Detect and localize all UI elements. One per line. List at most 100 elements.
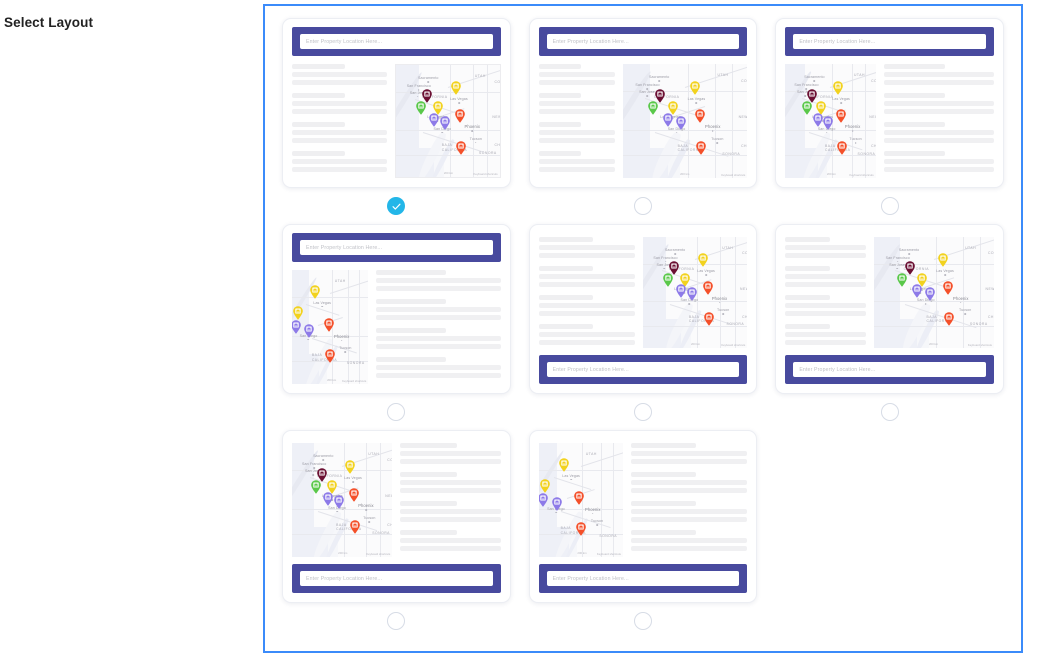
map-label: Tucson: [849, 136, 862, 141]
home-pin-icon[interactable]: [558, 457, 569, 472]
home-pin-icon[interactable]: [663, 273, 674, 287]
placeholder-line: [400, 480, 501, 485]
home-pin-icon[interactable]: [540, 479, 551, 493]
home-pin-icon[interactable]: [293, 306, 304, 320]
radio-unselected[interactable]: [633, 197, 652, 215]
layout-preview-card-7[interactable]: Sacramento San Francisco San Jose CALIFORNI…: [282, 430, 511, 603]
map-canvas: Sacramento San Francisco San Jose CALIFORNI…: [873, 237, 994, 348]
radio-unselected[interactable]: [387, 612, 406, 630]
layout-preview-card-1[interactable]: Enter Property Location Here... Sacrament…: [282, 18, 511, 188]
placeholder-line: [785, 245, 866, 250]
home-pin-icon[interactable]: [325, 349, 336, 364]
layout-preview-card-6[interactable]: Sacramento San Francisco San Jose CALIFORNI…: [775, 224, 1004, 394]
home-pin-icon[interactable]: [703, 312, 714, 326]
map-label: SONORA: [969, 322, 988, 327]
placeholder-line: [630, 509, 748, 514]
placeholder-paragraph: [538, 64, 615, 85]
layout-option-cell-8: UTAH Las Vegas San Diego Phoenix Tucson BAJA C…: [520, 424, 767, 633]
home-pin-icon[interactable]: [822, 116, 833, 130]
home-pin-icon[interactable]: [925, 287, 936, 302]
placeholder-paragraph: [538, 151, 615, 172]
property-map-5[interactable]: Sacramento San Francisco San Jose CALIFORNI…: [642, 237, 748, 348]
placeholder-line: [292, 72, 388, 77]
home-pin-icon[interactable]: [552, 497, 563, 512]
home-pin-icon[interactable]: [702, 280, 713, 295]
placeholder-line: [376, 278, 501, 283]
home-pin-icon[interactable]: [836, 109, 847, 124]
home-pin-icon[interactable]: [698, 253, 709, 267]
home-pin-icon[interactable]: [897, 273, 908, 287]
home-pin-icon[interactable]: [574, 490, 585, 505]
layout-preview-card-8[interactable]: UTAH Las Vegas San Diego Phoenix Tucson BAJA C…: [528, 430, 758, 603]
home-pin-icon[interactable]: [323, 491, 334, 506]
map-label: SONORA: [372, 530, 390, 535]
radio-unselected[interactable]: [880, 403, 899, 421]
home-pin-icon[interactable]: [938, 253, 949, 267]
home-pin-icon[interactable]: [837, 141, 848, 155]
map-label: BAJA: [677, 143, 689, 148]
search-input[interactable]: Enter Property Location Here...: [793, 362, 986, 377]
property-map-7[interactable]: Sacramento San Francisco San Jose CALIFORNI…: [292, 443, 393, 557]
radio-selected-check-icon[interactable]: [387, 197, 406, 215]
search-input[interactable]: Enter Property Location Here...: [546, 571, 740, 586]
home-pin-icon[interactable]: [309, 284, 320, 299]
search-input[interactable]: Enter Property Location Here...: [546, 362, 740, 377]
layout-preview-card-3[interactable]: Enter Property Location Here... Sacrament…: [775, 18, 1004, 188]
home-pin-icon[interactable]: [439, 116, 450, 130]
home-pin-icon[interactable]: [662, 112, 673, 127]
map-label: Las Vegas: [344, 476, 362, 481]
home-pin-icon[interactable]: [416, 101, 427, 116]
home-pin-icon[interactable]: [323, 317, 334, 332]
radio-unselected[interactable]: [633, 403, 652, 421]
radio-unselected[interactable]: [880, 197, 899, 215]
home-pin-icon[interactable]: [345, 459, 356, 474]
property-map-6[interactable]: Sacramento San Francisco San Jose CALIFORNI…: [873, 237, 994, 348]
home-pin-icon[interactable]: [801, 101, 812, 116]
property-map-4[interactable]: UTAH Las Vegas San Diego Phoenix Tucson BAJA C…: [292, 270, 369, 384]
property-map-8[interactable]: UTAH Las Vegas San Diego Phoenix Tucson BAJA C…: [538, 443, 623, 557]
search-input[interactable]: Enter Property Location Here...: [300, 240, 493, 255]
layout-preview-card-2[interactable]: Enter Property Location Here... Sacrament…: [528, 18, 758, 188]
search-input[interactable]: Enter Property Location Here...: [546, 34, 740, 49]
home-pin-icon[interactable]: [832, 80, 843, 95]
search-input[interactable]: Enter Property Location Here...: [300, 571, 493, 586]
home-pin-icon[interactable]: [675, 284, 686, 298]
home-pin-icon[interactable]: [911, 284, 922, 298]
home-pin-icon[interactable]: [944, 312, 955, 326]
home-pin-icon[interactable]: [451, 81, 462, 96]
home-pin-icon[interactable]: [455, 109, 466, 124]
map-label: Phoenix: [585, 506, 601, 512]
placeholder-paragraph: [630, 501, 748, 522]
search-input[interactable]: Enter Property Location Here...: [300, 34, 493, 49]
home-pin-icon[interactable]: [538, 493, 549, 507]
home-pin-icon[interactable]: [575, 522, 586, 537]
home-pin-icon[interactable]: [292, 320, 301, 334]
home-pin-icon[interactable]: [311, 480, 322, 495]
home-pin-icon[interactable]: [456, 140, 467, 155]
home-pin-icon[interactable]: [690, 80, 701, 95]
home-pin-icon[interactable]: [647, 101, 658, 116]
home-pin-icon[interactable]: [428, 112, 439, 127]
home-pin-icon[interactable]: [349, 488, 360, 503]
home-pin-icon[interactable]: [676, 116, 687, 130]
placeholder-line: [883, 72, 994, 77]
radio-unselected[interactable]: [387, 403, 406, 421]
placeholder-line: [538, 303, 635, 308]
home-pin-icon[interactable]: [687, 287, 698, 302]
radio-unselected[interactable]: [633, 612, 652, 630]
property-map-3[interactable]: Sacramento San Francisco San Jose CALIFORNI…: [785, 64, 876, 178]
layout-preview-card-5[interactable]: Sacramento San Francisco San Jose CALIFORNI…: [528, 224, 758, 394]
home-pin-icon[interactable]: [696, 141, 707, 155]
map-label: CHIHUAHUA: [494, 143, 501, 148]
map-label: NEW MEX.: [385, 494, 392, 499]
layout-preview-card-4[interactable]: Enter Property Location Here... UTAH Las V…: [282, 224, 511, 394]
home-pin-icon[interactable]: [943, 280, 954, 295]
property-map-2[interactable]: Sacramento San Francisco San Jose CALIFORNI…: [622, 64, 748, 178]
home-pin-icon[interactable]: [695, 109, 706, 124]
home-pin-icon[interactable]: [303, 324, 314, 339]
search-input[interactable]: Enter Property Location Here...: [793, 34, 986, 49]
property-map-1[interactable]: Sacramento San Francisco San Jose CALIFORNI…: [395, 64, 501, 178]
home-pin-icon[interactable]: [334, 495, 345, 509]
placeholder-paragraph: [376, 299, 501, 320]
home-pin-icon[interactable]: [350, 520, 361, 534]
